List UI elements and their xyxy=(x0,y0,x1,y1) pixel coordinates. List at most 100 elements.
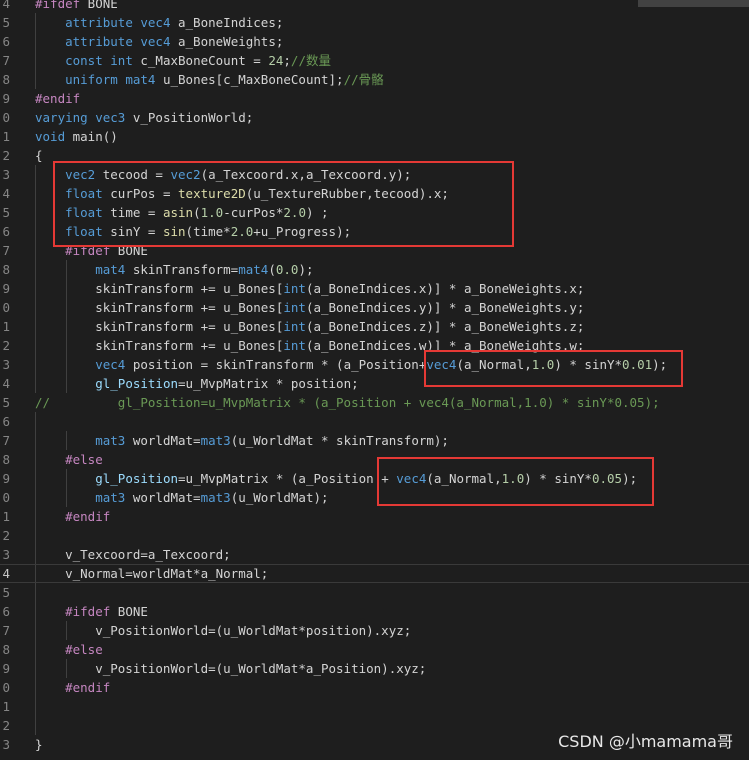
indent-guide xyxy=(35,488,36,507)
line-number: 5 xyxy=(2,585,10,600)
code-line[interactable]: 0 skinTransform += u_Bones[int(a_BoneInd… xyxy=(0,298,749,317)
indent-guide xyxy=(35,583,36,602)
code-text: attribute vec4 a_BoneIndices; xyxy=(65,15,284,30)
indent-guide xyxy=(66,260,67,279)
code-line[interactable]: 5 attribute vec4 a_BoneIndices; xyxy=(0,13,749,32)
code-line[interactable]: 1 void main() xyxy=(0,127,749,146)
code-text: v_Normal=worldMat*a_Normal; xyxy=(35,566,269,581)
code-text: v_PositionWorld=(u_WorldMat*position).xy… xyxy=(35,623,412,638)
code-text: mat3 worldMat=mat3(u_WorldMat); xyxy=(95,490,329,505)
line-number: 3 xyxy=(2,167,10,182)
code-line[interactable]: 5 // gl_Position=u_MvpMatrix * (a_Positio… xyxy=(0,393,749,412)
line-number: 2 xyxy=(2,528,10,543)
code-line[interactable]: 8 #else xyxy=(0,640,749,659)
indent-guide xyxy=(66,374,67,393)
code-text: // gl_Position=u_MvpMatrix * (a_Position… xyxy=(35,395,660,410)
indent-guide xyxy=(35,469,36,488)
line-number: 9 xyxy=(2,661,10,676)
indent-guide xyxy=(35,507,36,526)
code-line[interactable]: 1 xyxy=(0,697,749,716)
indent-guide xyxy=(35,659,36,678)
indent-guide xyxy=(35,678,36,697)
line-number: 0 xyxy=(2,300,10,315)
line-number: 5 xyxy=(2,205,10,220)
line-number: 8 xyxy=(2,642,10,657)
indent-guide xyxy=(66,621,67,640)
code-line[interactable]: 1 #endif xyxy=(0,507,749,526)
line-number: 3 xyxy=(2,547,10,562)
indent-guide xyxy=(35,165,36,184)
code-line[interactable]: 9 #endif xyxy=(0,89,749,108)
indent-guide xyxy=(35,279,36,298)
indent-guide xyxy=(35,412,36,431)
code-line[interactable]: 7 mat3 worldMat=mat3(u_WorldMat * skinTr… xyxy=(0,431,749,450)
code-line[interactable]: 2 xyxy=(0,526,749,545)
line-number: 5 xyxy=(2,395,10,410)
indent-guide xyxy=(35,241,36,260)
line-number: 6 xyxy=(2,34,10,49)
code-line[interactable]: 0 #endif xyxy=(0,678,749,697)
code-text: mat3 worldMat=mat3(u_WorldMat * skinTran… xyxy=(95,433,449,448)
code-text: #ifdef BONE xyxy=(35,0,118,11)
code-text: #ifdef BONE xyxy=(65,604,148,619)
indent-guide xyxy=(35,298,36,317)
code-text: uniform mat4 u_Bones[c_MaxBoneCount];//骨… xyxy=(65,72,384,87)
code-line[interactable]: 7 const int c_MaxBoneCount = 24;//数量 xyxy=(0,51,749,70)
indent-guide xyxy=(66,336,67,355)
line-number: 6 xyxy=(2,604,10,619)
code-line[interactable]: 3 v_Texcoord=a_Texcoord; xyxy=(0,545,749,564)
minimap-slider[interactable] xyxy=(638,0,749,7)
line-number: 2 xyxy=(2,718,10,733)
indent-guide xyxy=(35,431,36,450)
line-number: 1 xyxy=(2,509,10,524)
code-line[interactable]: 1 skinTransform += u_Bones[int(a_BoneInd… xyxy=(0,317,749,336)
code-text: const int c_MaxBoneCount = 24;//数量 xyxy=(65,53,331,68)
indent-guide xyxy=(35,70,36,89)
code-line[interactable]: 7 v_PositionWorld=(u_WorldMat*position).… xyxy=(0,621,749,640)
line-number: 7 xyxy=(2,433,10,448)
line-number: 9 xyxy=(2,471,10,486)
code-line[interactable]: 6 attribute vec4 a_BoneWeights; xyxy=(0,32,749,51)
line-number: 8 xyxy=(2,452,10,467)
indent-guide xyxy=(66,659,67,678)
line-number: 3 xyxy=(2,737,10,752)
line-number: 7 xyxy=(2,243,10,258)
code-line[interactable]: 5 xyxy=(0,583,749,602)
code-text: #endif xyxy=(35,91,81,106)
code-text: void main() xyxy=(35,129,118,144)
indent-guide xyxy=(66,317,67,336)
indent-guide xyxy=(66,279,67,298)
line-number: 9 xyxy=(2,281,10,296)
line-number: 1 xyxy=(2,319,10,334)
line-number: 4 xyxy=(2,376,10,391)
line-number: 6 xyxy=(2,224,10,239)
code-line[interactable]: 0 varying vec3 v_PositionWorld; xyxy=(0,108,749,127)
highlight-box-uv-lines xyxy=(53,161,514,247)
highlight-box-else-offset xyxy=(377,457,654,506)
code-line[interactable]: 4 v_Normal=worldMat*a_Normal; xyxy=(0,564,749,583)
code-text: skinTransform += u_Bones[int(a_BoneIndic… xyxy=(35,300,585,315)
line-number: 0 xyxy=(2,110,10,125)
code-line[interactable]: 9 v_PositionWorld=(u_WorldMat*a_Position… xyxy=(0,659,749,678)
code-text: #else xyxy=(65,642,103,657)
highlight-box-bone-offset xyxy=(424,350,683,387)
line-number: 4 xyxy=(2,0,10,11)
indent-guide xyxy=(66,431,67,450)
line-number: 8 xyxy=(2,72,10,87)
code-text: #endif xyxy=(65,509,111,524)
code-line[interactable]: 8 mat4 skinTransform=mat4(0.0); xyxy=(0,260,749,279)
line-number: 7 xyxy=(2,623,10,638)
code-text: #else xyxy=(65,452,103,467)
line-number: 4 xyxy=(2,186,10,201)
code-line[interactable]: 6 xyxy=(0,412,749,431)
code-line[interactable]: 9 skinTransform += u_Bones[int(a_BoneInd… xyxy=(0,279,749,298)
line-number: 1 xyxy=(2,129,10,144)
indent-guide xyxy=(66,298,67,317)
indent-guide xyxy=(35,621,36,640)
indent-guide xyxy=(35,222,36,241)
code-text: gl_Position=u_MvpMatrix * position; xyxy=(95,376,359,391)
code-line[interactable]: 6 #ifdef BONE xyxy=(0,602,749,621)
code-line[interactable]: 8 uniform mat4 u_Bones[c_MaxBoneCount];/… xyxy=(0,70,749,89)
indent-guide xyxy=(35,545,36,564)
code-line[interactable]: 4 #ifdef BONE xyxy=(0,0,749,13)
